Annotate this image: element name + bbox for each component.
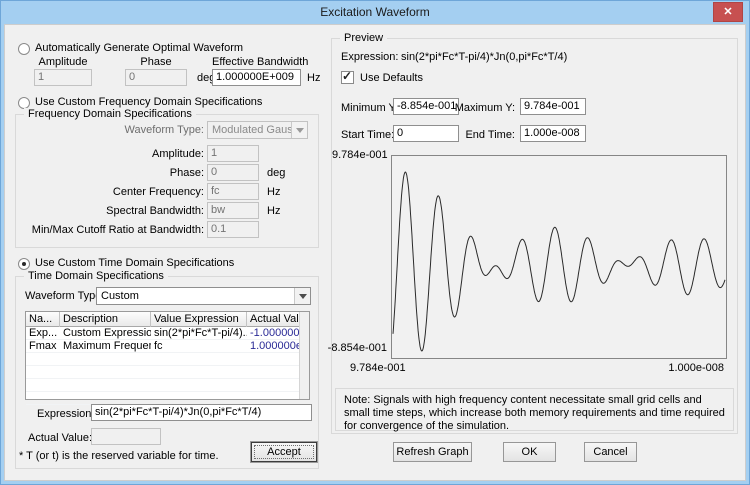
cell-name: Fmax (29, 340, 57, 352)
table-row[interactable]: Exp... Custom Expressio... sin(2*pi*Fc*T… (26, 327, 309, 340)
ok-button[interactable]: OK (503, 442, 556, 462)
cell-value-expression: fc (154, 340, 163, 352)
table-header-value-expression[interactable]: Value Expression (151, 312, 247, 327)
table-header-row: Na... Description Value Expression Actua… (26, 312, 309, 327)
amplitude-column-label: Amplitude (38, 56, 88, 68)
preview-group-title: Preview (340, 32, 388, 44)
use-defaults-label: Use Defaults (360, 72, 423, 84)
freq-phase-label: Phase: (169, 167, 204, 179)
bandwidth-column-label: Effective Bandwidth (212, 56, 309, 68)
table-row[interactable]: Fmax Maximum Frequency fc 1.000000e... (26, 340, 309, 353)
checkmark-icon: ✓ (342, 69, 353, 83)
table-row-empty (26, 366, 309, 379)
table-header-name[interactable]: Na... (26, 312, 60, 327)
preview-expression-value: sin(2*pi*Fc*T-pi/4)*Jn(0,pi*Fc*T/4) (401, 51, 568, 63)
table-header-description[interactable]: Description (60, 312, 151, 327)
freq-spectral-bandwidth-label: Spectral Bandwidth: (106, 205, 204, 217)
start-time-label: Start Time: (341, 129, 395, 141)
use-defaults-checkbox[interactable]: ✓ (341, 69, 354, 84)
time-domain-group-title: Time Domain Specifications (24, 270, 168, 282)
note-text: Note: Signals with high frequency conten… (344, 394, 725, 432)
freq-waveform-type-label: Waveform Type: (124, 124, 204, 136)
amplitude-field[interactable]: 1 (34, 69, 92, 86)
end-time-label: End Time: (465, 129, 515, 141)
cell-name: Exp... (29, 327, 58, 339)
close-button[interactable]: ✕ (713, 2, 743, 22)
bandwidth-unit-label: Hz (307, 72, 321, 84)
freq-phase-field[interactable]: 0 (207, 164, 259, 181)
time-footnote: * T (or t) is the reserved variable for … (19, 450, 219, 462)
title-bar[interactable]: Excitation Waveform ✕ (1, 1, 749, 24)
table-row-empty (26, 353, 309, 366)
maximum-y-label: Maximum Y: (454, 102, 515, 114)
table-scrollbar[interactable] (299, 312, 309, 399)
dropdown-arrow-icon (294, 288, 310, 304)
freq-phase-unit: deg (267, 167, 286, 179)
freq-amplitude-label: Amplitude: (152, 148, 204, 160)
graph-ymin-label: -8.854e-001 (327, 342, 387, 354)
freq-waveform-type-combo[interactable]: Modulated Gaussian (207, 121, 308, 139)
frequency-domain-group-title: Frequency Domain Specifications (24, 108, 196, 120)
time-parameters-table[interactable]: Na... Description Value Expression Actua… (25, 311, 310, 405)
actual-value-label: Actual Value: (28, 432, 93, 444)
freq-cutoff-ratio-label: Min/Max Cutoff Ratio at Bandwidth: (31, 224, 204, 236)
graph-xleft-label: 9.784e-001 (350, 362, 406, 374)
cell-description: Custom Expressio... (63, 327, 151, 339)
cell-actual-value: 1.000000e... (250, 340, 299, 352)
radio-custom-time[interactable] (18, 258, 30, 270)
waveform-curve (392, 171, 726, 352)
graph-xright-label: 1.000e-008 (668, 362, 724, 374)
radio-auto-waveform-label: Automatically Generate Optimal Waveform (35, 42, 244, 54)
time-waveform-type-label: Waveform Type: (25, 290, 105, 302)
radio-custom-time-label: Use Custom Time Domain Specifications (35, 257, 235, 269)
phase-field[interactable]: 0 (125, 69, 187, 86)
maximum-y-field[interactable]: 9.784e-001 (520, 98, 586, 115)
dropdown-arrow-icon (291, 122, 307, 138)
cancel-button[interactable]: Cancel (584, 442, 637, 462)
expression-label: Expression: (37, 408, 95, 420)
note-box: Note: Signals with high frequency conten… (335, 388, 734, 432)
freq-center-frequency-unit: Hz (267, 186, 281, 198)
phase-column-label: Phase (140, 56, 172, 68)
freq-center-frequency-label: Center Frequency: (112, 186, 204, 198)
cell-description: Maximum Frequency (63, 340, 151, 352)
close-icon: ✕ (723, 6, 733, 18)
waveform-graph (391, 155, 727, 359)
effective-bandwidth-field[interactable]: 1.000000E+009 (212, 69, 301, 86)
freq-center-frequency-field[interactable]: fc (207, 183, 259, 200)
radio-custom-frequency-label: Use Custom Frequency Domain Specificatio… (35, 96, 263, 108)
freq-spectral-bandwidth-unit: Hz (267, 205, 281, 217)
freq-cutoff-ratio-field[interactable]: 0.1 (207, 221, 259, 238)
table-header-actual-value[interactable]: Actual Value (247, 312, 299, 327)
actual-value-field (91, 428, 161, 445)
preview-expression-label: Expression: (341, 51, 399, 63)
cell-actual-value: -1.000000e... (250, 327, 299, 339)
time-waveform-type-value: Custom (101, 290, 139, 302)
time-waveform-type-combo[interactable]: Custom (96, 287, 311, 305)
dialog-title: Excitation Waveform (320, 5, 430, 19)
freq-spectral-bandwidth-field[interactable]: bw (207, 202, 259, 219)
waveform-plot (392, 171, 726, 352)
table-row-empty (26, 379, 309, 392)
graph-ymax-label: 9.784e-001 (332, 149, 388, 161)
excitation-waveform-dialog: Excitation Waveform ✕ Automatically Gene… (0, 0, 750, 485)
accept-button[interactable]: Accept (251, 442, 317, 462)
radio-auto-waveform[interactable] (18, 43, 30, 55)
minimum-y-label: Minimum Y: (341, 102, 399, 114)
refresh-graph-button[interactable]: Refresh Graph (393, 442, 472, 462)
freq-amplitude-field[interactable]: 1 (207, 145, 259, 162)
expression-input[interactable]: sin(2*pi*Fc*T-pi/4)*Jn(0,pi*Fc*T/4) (91, 404, 312, 421)
cell-value-expression: sin(2*pi*Fc*T-pi/4)... (154, 327, 247, 339)
end-time-field[interactable]: 1.000e-008 (520, 125, 586, 142)
